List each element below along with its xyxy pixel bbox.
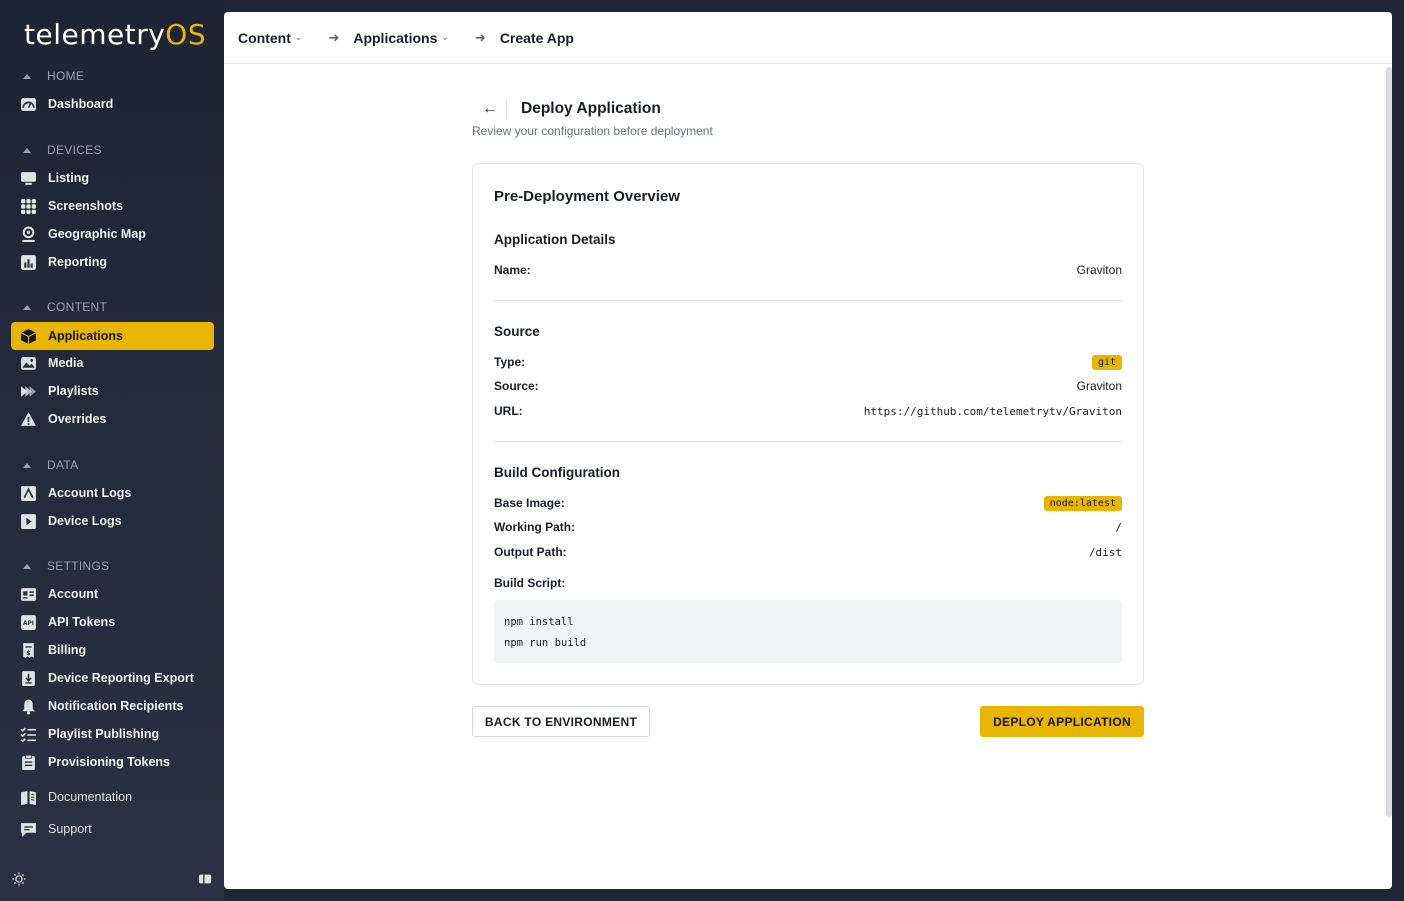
base-image-badge: node:latest — [1043, 495, 1122, 511]
sidebar-item-geographic-map[interactable]: Geographic Map — [11, 220, 214, 248]
bell-icon — [19, 697, 37, 715]
caret-up-icon — [23, 147, 31, 153]
sidebar-item-applications[interactable]: Applications — [11, 322, 214, 350]
detail-row-base-image: Base Image: node:latest — [494, 494, 1122, 512]
app-name-value: Graviton — [1076, 263, 1122, 277]
page-header: ← Deploy Application — [472, 97, 661, 121]
download-icon — [19, 669, 37, 687]
sidebar-item-overrides[interactable]: Overrides — [11, 405, 214, 433]
sidebar-item-reporting[interactable]: Reporting — [11, 248, 214, 276]
section-content[interactable]: CONTENT — [20, 298, 107, 316]
detail-row-working-path: Working Path: / — [494, 520, 1122, 534]
divider — [506, 98, 507, 120]
source-type-badge: git — [1091, 354, 1122, 370]
breadcrumb-applications[interactable]: Applications ⌄ — [353, 30, 449, 46]
caret-up-icon — [23, 73, 31, 79]
sidebar-item-billing[interactable]: $ Billing — [11, 636, 214, 664]
detail-row-name: Name: Graviton — [494, 263, 1122, 277]
sidebar-item-media[interactable]: Media — [11, 349, 214, 377]
sidebar-item-screenshots[interactable]: Screenshots — [11, 192, 214, 220]
breadcrumb: Content ⌄ ➜ Applications ⌄ ➜ Create App — [224, 12, 1392, 64]
sidebar-item-notification-recipients[interactable]: Notification Recipients — [11, 692, 214, 720]
section-settings[interactable]: SETTINGS — [20, 557, 109, 575]
detail-row-type: Type: git — [494, 353, 1122, 371]
map-pin-icon — [19, 225, 37, 243]
dashboard-icon — [19, 95, 37, 113]
sidebar-item-listing[interactable]: Listing — [11, 164, 214, 192]
sidebar-item-playlists[interactable]: Playlists — [11, 377, 214, 405]
sidebar-collapse-icon[interactable] — [198, 872, 212, 891]
chevron-down-icon: ⌄ — [441, 32, 449, 42]
device-log-icon — [19, 512, 37, 530]
pre-deployment-card: Pre-Deployment Overview Application Deta… — [472, 163, 1144, 685]
id-card-icon — [19, 585, 37, 603]
working-path-value: / — [1115, 520, 1122, 534]
bar-chart-icon — [19, 253, 37, 271]
sidebar-item-documentation[interactable]: Documentation — [11, 783, 214, 811]
caret-up-icon — [23, 563, 31, 569]
sidebar-item-account-logs[interactable]: Account Logs — [11, 479, 214, 507]
playlist-icon — [19, 382, 37, 400]
svg-text:$: $ — [26, 648, 30, 656]
source-url-value: https://github.com/telemetrytv/Graviton — [863, 404, 1122, 418]
section-title-build-configuration: Build Configuration — [494, 465, 620, 480]
section-title-application-details: Application Details — [494, 232, 616, 247]
divider — [494, 300, 1122, 301]
section-title-source: Source — [494, 324, 540, 339]
arrow-right-icon: ➜ — [328, 29, 340, 45]
sidebar-item-support[interactable]: Support — [11, 815, 214, 843]
detail-row-build-script: Build Script: — [494, 576, 566, 590]
sidebar: telemetryOS HOME Dashboard DEVICES Listi… — [0, 0, 224, 901]
sidebar-footer — [12, 871, 212, 889]
caret-up-icon — [23, 304, 31, 310]
section-home[interactable]: HOME — [20, 67, 84, 85]
chat-icon — [19, 820, 37, 838]
sidebar-item-dashboard[interactable]: Dashboard — [11, 90, 214, 118]
main-panel: Content ⌄ ➜ Applications ⌄ ➜ Create App ← … — [224, 12, 1392, 889]
output-path-value: /dist — [1088, 545, 1122, 559]
sidebar-item-playlist-publishing[interactable]: Playlist Publishing — [11, 720, 214, 748]
chevron-down-icon: ⌄ — [294, 32, 303, 42]
sidebar-item-device-logs[interactable]: Device Logs — [11, 507, 214, 535]
app-logo[interactable]: telemetryOS — [24, 18, 206, 51]
source-value: Graviton — [1076, 379, 1122, 393]
sidebar-item-api-tokens[interactable]: API API Tokens — [11, 608, 214, 636]
sidebar-item-provisioning-tokens[interactable]: Provisioning Tokens — [11, 748, 214, 776]
page-subtitle: Review your configuration before deploym… — [472, 124, 713, 138]
sidebar-item-account[interactable]: Account — [11, 580, 214, 608]
divider — [494, 441, 1122, 442]
back-to-environment-button[interactable]: BACK TO ENVIRONMENT — [472, 706, 650, 737]
grid-icon — [19, 197, 37, 215]
section-devices[interactable]: DEVICES — [20, 141, 102, 159]
warning-icon — [19, 410, 37, 428]
clipboard-icon — [19, 753, 37, 771]
detail-row-output-path: Output Path: /dist — [494, 545, 1122, 559]
api-icon: API — [19, 613, 37, 631]
build-script-block: npm install npm run build — [494, 600, 1122, 663]
book-icon — [19, 788, 37, 806]
cube-icon — [19, 327, 37, 345]
checklist-icon — [19, 725, 37, 743]
section-data[interactable]: DATA — [20, 456, 78, 474]
svg-text:API: API — [23, 621, 34, 627]
deploy-application-button[interactable]: DEPLOY APPLICATION — [980, 706, 1144, 737]
code-line: npm install — [504, 616, 574, 628]
back-arrow-icon[interactable]: ← — [472, 100, 506, 118]
card-title: Pre-Deployment Overview — [494, 188, 680, 205]
account-log-icon — [19, 484, 37, 502]
theme-toggle-icon[interactable] — [12, 872, 26, 891]
page-title: Deploy Application — [521, 100, 661, 117]
scrollbar[interactable] — [1386, 67, 1392, 817]
arrow-right-icon: ➜ — [474, 29, 486, 45]
billing-icon: $ — [19, 641, 37, 659]
sidebar-item-device-reporting-export[interactable]: Device Reporting Export — [11, 664, 214, 692]
detail-row-source: Source: Graviton — [494, 379, 1122, 393]
detail-row-url: URL: https://github.com/telemetrytv/Grav… — [494, 404, 1122, 418]
breadcrumb-content[interactable]: Content ⌄ — [238, 30, 302, 46]
code-line: npm run build — [504, 637, 587, 649]
image-icon — [19, 354, 37, 372]
monitor-icon — [19, 169, 37, 187]
caret-up-icon — [23, 462, 31, 468]
breadcrumb-create-app: Create App — [499, 29, 574, 46]
